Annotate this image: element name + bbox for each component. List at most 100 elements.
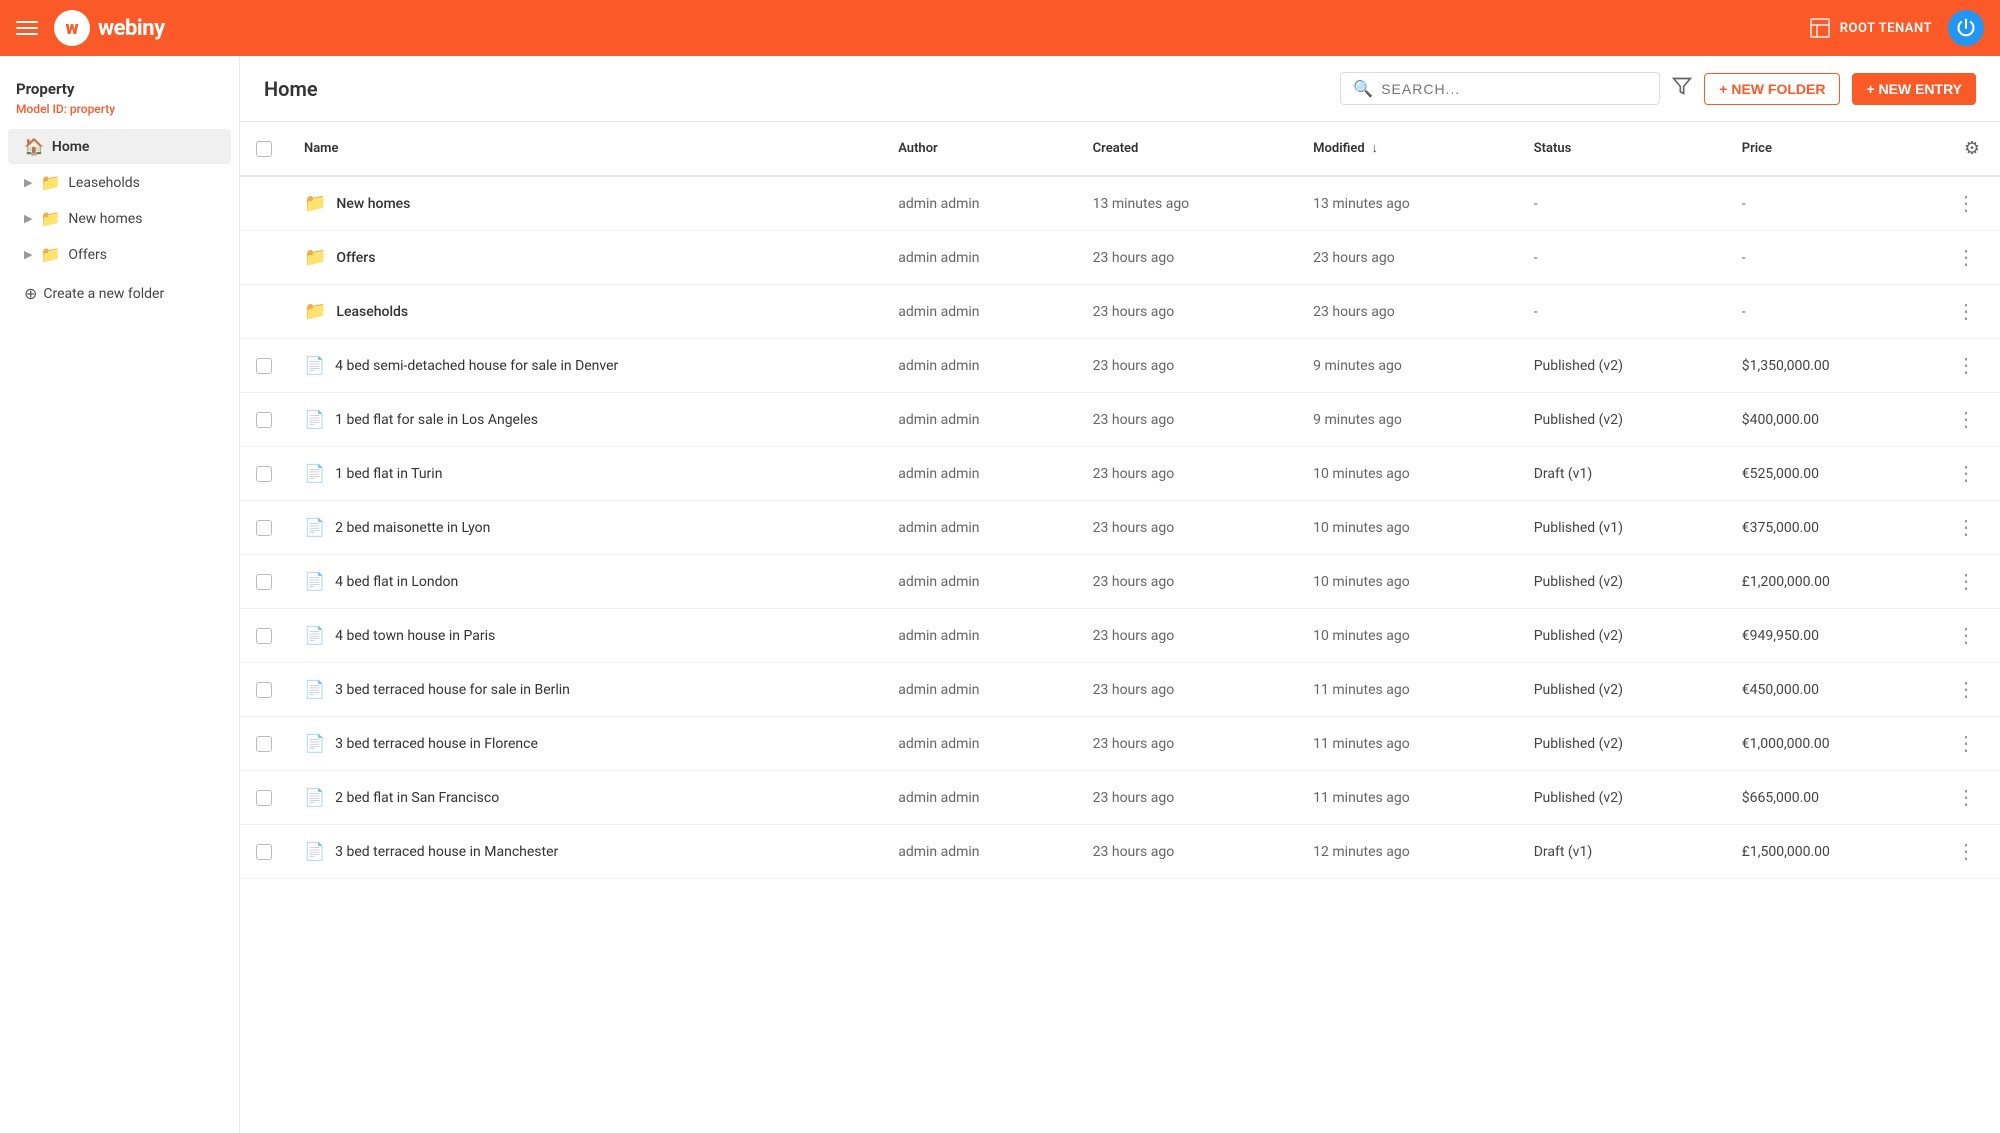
row-more-button[interactable]: ⋮ (1948, 835, 1984, 868)
row-more-button[interactable]: ⋮ (1948, 727, 1984, 760)
row-checkbox[interactable] (256, 520, 272, 536)
chevron-right-icon: ▶ (24, 176, 32, 189)
select-all-checkbox[interactable] (256, 141, 272, 157)
create-plus-icon: ⊕ (24, 284, 37, 303)
col-modified[interactable]: Modified ↓ (1297, 122, 1518, 176)
row-author: admin admin (882, 231, 1076, 285)
sidebar-item-label-home: Home (52, 139, 90, 155)
main-header-right: 🔍 + NEW FOLDER + NEW ENTRY (1340, 72, 1976, 105)
table-body: 📁 New homes admin admin 13 minutes ago 1… (240, 176, 2000, 879)
row-checkbox[interactable] (256, 574, 272, 590)
model-id-value: property (70, 102, 115, 116)
new-entry-button[interactable]: + NEW ENTRY (1852, 73, 1976, 105)
row-name: New homes (336, 196, 410, 212)
create-new-folder-button[interactable]: ⊕ Create a new folder (8, 276, 231, 311)
row-more-button[interactable]: ⋮ (1948, 619, 1984, 652)
row-checkbox-cell[interactable] (240, 339, 288, 393)
row-actions: ⋮ (1932, 825, 2000, 879)
row-more-button[interactable]: ⋮ (1948, 457, 1984, 490)
table-settings-button[interactable]: ⚙ (1960, 134, 1984, 163)
row-checkbox-cell[interactable] (240, 501, 288, 555)
table-row: 📄 4 bed semi-detached house for sale in … (240, 339, 2000, 393)
row-checkbox-cell[interactable] (240, 447, 288, 501)
row-status: Published (v2) (1518, 663, 1726, 717)
sidebar-item-label-leaseholds: Leaseholds (68, 175, 139, 191)
row-checkbox-cell[interactable] (240, 393, 288, 447)
row-checkbox[interactable] (256, 466, 272, 482)
row-checkbox[interactable] (256, 628, 272, 644)
row-more-button[interactable]: ⋮ (1948, 241, 1984, 274)
sidebar-item-offers[interactable]: ▶ 📁 Offers (8, 237, 231, 272)
power-icon (1956, 18, 1976, 38)
row-checkbox-cell[interactable] (240, 825, 288, 879)
row-checkbox[interactable] (256, 358, 272, 374)
col-price: Price (1726, 122, 1932, 176)
col-status: Status (1518, 122, 1726, 176)
row-more-button[interactable]: ⋮ (1948, 295, 1984, 328)
row-more-button[interactable]: ⋮ (1948, 187, 1984, 220)
search-input[interactable] (1381, 81, 1647, 97)
folder-icon-new-homes: 📁 (40, 209, 60, 228)
row-name-cell: 📄 2 bed maisonette in Lyon (288, 501, 882, 555)
row-modified: 10 minutes ago (1297, 555, 1518, 609)
tenant-name: ROOT TENANT (1840, 21, 1932, 36)
app-header: w webiny ROOT TENANT (0, 0, 2000, 56)
row-name-cell: 📄 2 bed flat in San Francisco (288, 771, 882, 825)
row-checkbox[interactable] (256, 736, 272, 752)
sidebar-item-leaseholds[interactable]: ▶ 📁 Leaseholds (8, 165, 231, 200)
row-author: admin admin (882, 717, 1076, 771)
power-button[interactable] (1948, 10, 1984, 46)
search-box[interactable]: 🔍 (1340, 72, 1660, 105)
row-checkbox-cell (240, 285, 288, 339)
entry-icon: 📄 (304, 842, 325, 862)
row-price: £1,200,000.00 (1726, 555, 1932, 609)
sidebar-item-new-homes[interactable]: ▶ 📁 New homes (8, 201, 231, 236)
entries-table: Name Author Created Modified ↓ Status Pr… (240, 122, 2000, 879)
row-checkbox[interactable] (256, 412, 272, 428)
new-folder-button[interactable]: + NEW FOLDER (1704, 73, 1840, 105)
row-checkbox-cell[interactable] (240, 771, 288, 825)
table-header: Name Author Created Modified ↓ Status Pr… (240, 122, 2000, 176)
sidebar-item-label-new-homes: New homes (68, 211, 142, 227)
row-status: Published (v2) (1518, 771, 1726, 825)
row-modified: 23 hours ago (1297, 231, 1518, 285)
row-price: $1,350,000.00 (1726, 339, 1932, 393)
row-checkbox-cell[interactable] (240, 663, 288, 717)
row-actions: ⋮ (1932, 717, 2000, 771)
folder-row-icon: 📁 (304, 301, 326, 322)
row-name-cell: 📁 Offers (288, 231, 882, 285)
row-created: 23 hours ago (1077, 339, 1298, 393)
sidebar: Property Model ID: property 🏠 Home ▶ 📁 L… (0, 56, 240, 1133)
entry-icon: 📄 (304, 626, 325, 646)
row-created: 23 hours ago (1077, 555, 1298, 609)
table-container: Name Author Created Modified ↓ Status Pr… (240, 122, 2000, 1133)
folder-row-icon: 📁 (304, 247, 326, 268)
row-name: 3 bed terraced house in Manchester (335, 844, 558, 860)
row-status: Published (v1) (1518, 501, 1726, 555)
logo[interactable]: w webiny (54, 10, 165, 46)
row-more-button[interactable]: ⋮ (1948, 565, 1984, 598)
row-author: admin admin (882, 825, 1076, 879)
row-checkbox[interactable] (256, 790, 272, 806)
row-more-button[interactable]: ⋮ (1948, 403, 1984, 436)
row-more-button[interactable]: ⋮ (1948, 349, 1984, 382)
row-author: admin admin (882, 447, 1076, 501)
row-checkbox-cell[interactable] (240, 555, 288, 609)
row-checkbox[interactable] (256, 682, 272, 698)
row-more-button[interactable]: ⋮ (1948, 511, 1984, 544)
row-status: Published (v2) (1518, 717, 1726, 771)
row-author: admin admin (882, 285, 1076, 339)
row-author: admin admin (882, 176, 1076, 231)
hamburger-menu-button[interactable] (16, 21, 38, 35)
row-checkbox[interactable] (256, 844, 272, 860)
folder-row-icon: 📁 (304, 193, 326, 214)
row-checkbox-cell[interactable] (240, 609, 288, 663)
sidebar-item-home[interactable]: 🏠 Home (8, 129, 231, 164)
row-more-button[interactable]: ⋮ (1948, 781, 1984, 814)
filter-icon[interactable] (1672, 76, 1692, 101)
entry-icon: 📄 (304, 518, 325, 538)
row-price: - (1726, 285, 1932, 339)
row-checkbox-cell[interactable] (240, 717, 288, 771)
row-more-button[interactable]: ⋮ (1948, 673, 1984, 706)
app-layout: Property Model ID: property 🏠 Home ▶ 📁 L… (0, 56, 2000, 1133)
